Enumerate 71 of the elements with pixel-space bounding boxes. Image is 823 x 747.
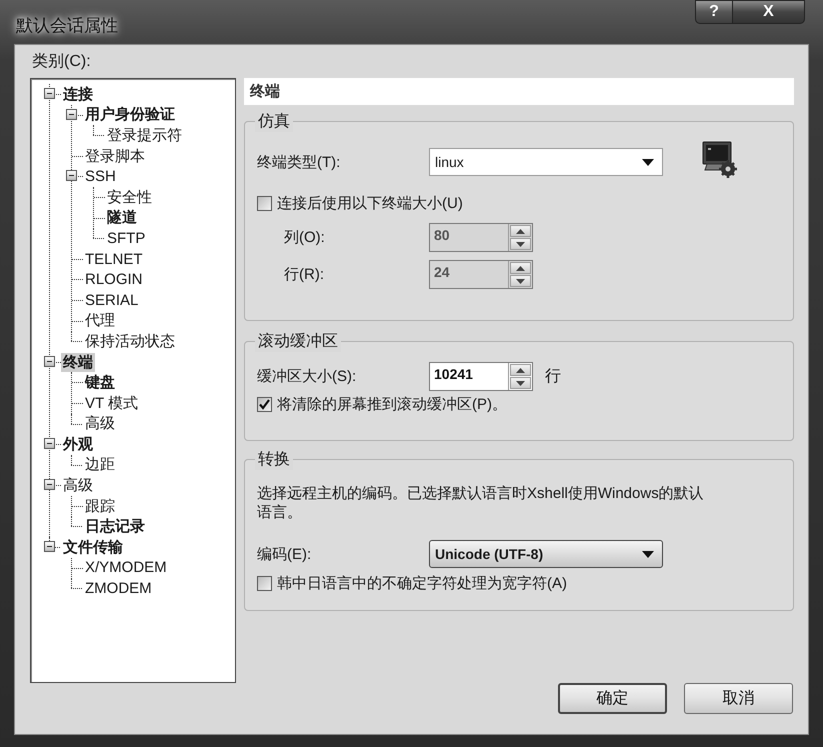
tree-item[interactable]: 保持活动状态	[83, 332, 177, 351]
arrow-up-icon	[516, 266, 525, 270]
spin-up-button[interactable]	[510, 364, 531, 376]
spin-down-button[interactable]	[510, 377, 531, 389]
close-button[interactable]: X	[733, 0, 805, 24]
tree-item[interactable]: 外观	[61, 434, 95, 454]
tree-item[interactable]: 键盘	[83, 373, 117, 392]
checkbox[interactable]	[257, 196, 272, 211]
tree-item[interactable]: 跟踪	[83, 496, 117, 516]
checkbox[interactable]	[257, 576, 272, 591]
number-field[interactable]: 10241	[430, 363, 508, 390]
tree-item[interactable]: 日志记录	[83, 517, 147, 536]
category-label: 类别(C):	[32, 52, 92, 72]
collapse-toggle-icon[interactable]	[44, 88, 55, 99]
tree-item[interactable]: 登录提示符	[105, 126, 184, 145]
description-text: 选择远程主机的编码。已选择默认语言时Xshell使用Windows的默认语言。	[257, 484, 705, 522]
field-label: 编码(E):	[257, 544, 312, 564]
arrow-down-icon	[516, 380, 525, 386]
panel-title: 终端	[244, 78, 794, 105]
collapse-toggle-icon[interactable]	[66, 108, 77, 120]
arrow-up-icon	[516, 368, 525, 372]
collapse-toggle-icon[interactable]	[44, 479, 55, 490]
caret-icon	[642, 550, 654, 558]
arrow-down-icon	[516, 278, 525, 284]
tree-item[interactable]: RLOGIN	[83, 270, 145, 290]
field-label: 缓冲区大小(S):	[257, 367, 358, 386]
tree-item[interactable]: 安全性	[105, 188, 154, 207]
dropdown[interactable]: Unicode (UTF-8)	[429, 540, 663, 568]
checkbox-label: 将清除的屏幕推到滚动缓冲区(P)。	[277, 395, 507, 414]
tree-item[interactable]: 代理	[83, 311, 117, 330]
collapse-toggle-icon[interactable]	[44, 438, 55, 450]
arrow-up-icon	[516, 228, 525, 234]
dialog-button[interactable]: 确定	[558, 683, 667, 714]
tree-item[interactable]: SSH	[83, 167, 118, 186]
tree-item[interactable]: 边距	[83, 455, 117, 474]
checkbox[interactable]	[257, 397, 272, 412]
dialog-button[interactable]: 取消	[684, 683, 793, 714]
field-label: 行(R):	[283, 265, 325, 284]
tree-item[interactable]: 高级	[61, 476, 95, 496]
tree-item[interactable]: 用户身份验证	[83, 105, 177, 124]
help-button[interactable]: ?	[695, 0, 733, 24]
dropdown[interactable]: linux	[429, 148, 663, 176]
spin-up-button[interactable]	[510, 225, 531, 237]
monitor-gear-icon[interactable]	[701, 140, 739, 178]
checkbox-label: 连接后使用以下终端大小(U)	[277, 194, 463, 213]
collapse-toggle-icon[interactable]	[66, 170, 77, 182]
spin-up-button[interactable]	[510, 262, 531, 274]
caret-icon	[642, 158, 654, 166]
field-label: 列(O):	[283, 228, 326, 247]
field-label: 终端类型(T):	[257, 152, 342, 172]
tree-item[interactable]: SERIAL	[83, 290, 140, 310]
window-title: 默认会话属性	[16, 14, 118, 36]
tree-item[interactable]: ZMODEM	[83, 579, 154, 598]
tree-item[interactable]: 文件传输	[61, 538, 125, 557]
spin-down-button[interactable]	[510, 275, 531, 287]
checkbox-label: 韩中日语言中的不确定字符处理为宽字符(A)	[277, 574, 567, 593]
arrow-down-icon	[516, 242, 525, 246]
tree-item[interactable]: VT 模式	[83, 394, 140, 413]
collapse-toggle-icon[interactable]	[44, 541, 55, 552]
tree-item[interactable]: 隧道	[105, 208, 139, 228]
tree-item[interactable]: X/YMODEM	[83, 558, 169, 578]
collapse-toggle-icon[interactable]	[44, 356, 55, 367]
spin-down-button[interactable]	[510, 238, 531, 250]
tree-item[interactable]: 登录脚本	[83, 146, 147, 166]
tree-item[interactable]: 高级	[83, 414, 117, 434]
spin-box[interactable]: 10241	[429, 362, 533, 391]
tree-item[interactable]: 终端	[61, 352, 95, 372]
tree-item[interactable]: TELNET	[83, 250, 145, 269]
tree-item[interactable]: 连接	[61, 84, 95, 104]
unit-label: 行	[545, 367, 561, 387]
tree-item[interactable]: SFTP	[105, 228, 148, 248]
